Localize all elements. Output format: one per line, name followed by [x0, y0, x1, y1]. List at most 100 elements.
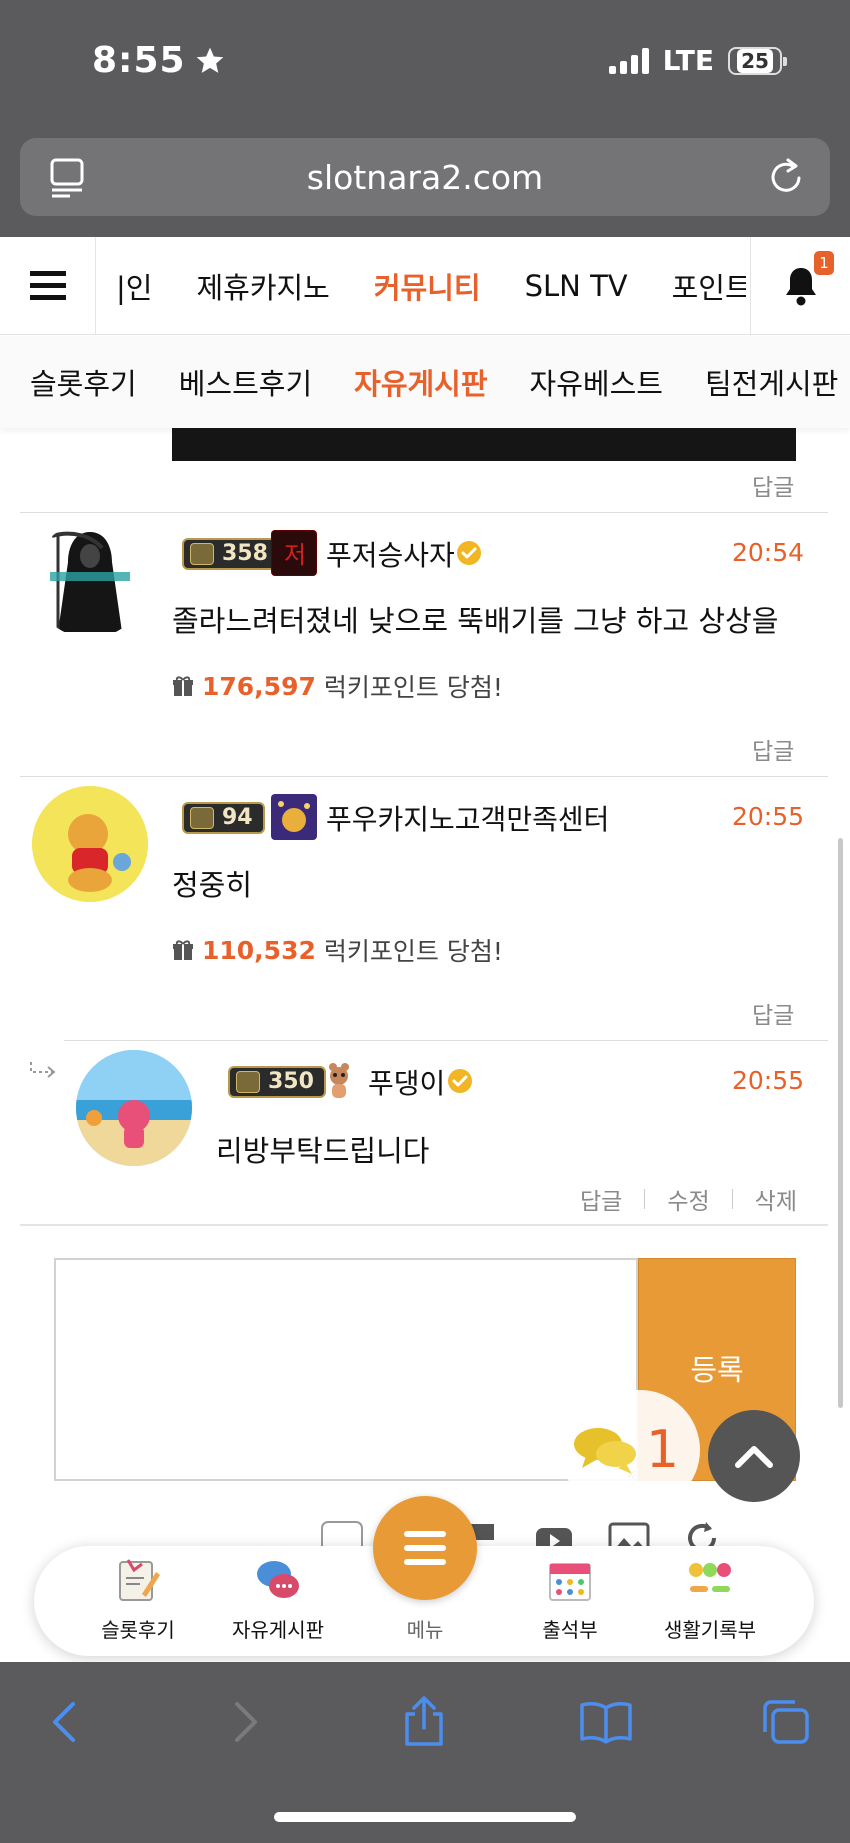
comment-time: 20:55 [732, 1066, 805, 1095]
menu-fab-button[interactable] [373, 1496, 477, 1600]
menu-fab-label: 메뉴 [406, 1618, 444, 1642]
battery-icon: 25 [728, 46, 787, 75]
nav-item-point[interactable]: 포인트 [672, 265, 746, 307]
edit-link[interactable]: 수정 [667, 1182, 709, 1216]
main-navigation: |인 제휴카지노 커뮤니티 SLN TV 포인트 1 [0, 237, 850, 335]
scroll-top-button[interactable] [708, 1410, 800, 1502]
points-amount: 110,532 [202, 935, 316, 965]
level-emblem-icon [190, 807, 214, 829]
divider [20, 776, 828, 777]
slot-review-icon [119, 1559, 160, 1601]
pooh-avatar-image [32, 786, 148, 902]
menu-item-attendance[interactable]: 출석부 [500, 1546, 640, 1656]
level-number: 350 [268, 1069, 314, 1094]
battery-level: 25 [737, 48, 773, 73]
speech-bubbles-icon [257, 1561, 299, 1598]
address-bar[interactable]: slotnara2.com [20, 138, 830, 216]
hamburger-icon [404, 1531, 446, 1565]
lucky-point-line: 110,532 럭키포인트 당첨! [172, 932, 503, 968]
chevron-up-icon [735, 1446, 773, 1468]
level-badge: 350 [228, 1066, 326, 1098]
points-text: 럭키포인트 당첨! [323, 937, 503, 966]
star-icon [196, 47, 223, 73]
reply-link[interactable]: 답글 [752, 996, 794, 1030]
chat-count: 1 [646, 1420, 680, 1480]
home-indicator[interactable] [274, 1812, 576, 1822]
level-badge: 94 [182, 802, 265, 834]
comment-time: 20:54 [732, 538, 805, 567]
tabs-button[interactable] [756, 1692, 816, 1752]
member-icon [329, 1063, 349, 1098]
bookmarks-button[interactable] [576, 1692, 636, 1752]
beach-avatar-image [76, 1050, 192, 1166]
avatar[interactable] [32, 786, 148, 902]
book-icon [580, 1702, 632, 1744]
nav-item-sln-tv[interactable]: SLN TV [525, 269, 628, 303]
nav-item[interactable]: |인 [116, 265, 152, 307]
status-indicators: LTE 25 [608, 44, 787, 77]
menu-item-slot-review[interactable]: 슬롯후기 [68, 1546, 208, 1656]
comment-time: 20:55 [732, 802, 805, 831]
menu-item-life-record[interactable]: 생활기록부 [640, 1546, 780, 1656]
menu-item-free-board[interactable]: 자유게시판 [208, 1546, 348, 1656]
nav-item-partner-casino[interactable]: 제휴카지노 [196, 265, 329, 307]
points-amount: 176,597 [202, 671, 316, 701]
tabs-icon [763, 1700, 809, 1744]
avatar[interactable] [32, 522, 148, 638]
verified-badge-icon [448, 1069, 472, 1093]
main-nav-items: |인 제휴카지노 커뮤니티 SLN TV 포인트 [96, 237, 746, 335]
points-text: 럭키포인트 당첨! [323, 673, 503, 702]
subnav-item-best-review[interactable]: 베스트후기 [179, 361, 312, 403]
browser-chrome: 8:55 LTE 25 slotnara2.com [0, 0, 850, 237]
notification-button[interactable]: 1 [750, 237, 850, 335]
comment-text: 정중히 [172, 868, 253, 902]
gift-icon [173, 940, 193, 960]
hamburger-menu-button[interactable] [0, 237, 96, 335]
signal-icon [608, 47, 649, 74]
reply-arrow-icon [30, 1062, 56, 1078]
svg-text:저: 저 [284, 541, 306, 569]
embedded-image [172, 428, 796, 461]
nickname[interactable]: 푸우카지노고객만족센터 [326, 798, 609, 838]
menu-label: 생활기록부 [664, 1618, 756, 1642]
chat-button[interactable]: 1 [560, 1390, 700, 1510]
divider [20, 512, 828, 513]
verified-badge-icon [457, 541, 481, 565]
subnav-item-slot-review[interactable]: 슬롯후기 [30, 361, 137, 403]
level-emblem-icon [190, 543, 214, 565]
reply-link[interactable]: 답글 [752, 732, 794, 766]
menu-label: 자유게시판 [232, 1618, 324, 1642]
separator [731, 1189, 733, 1209]
nickname[interactable]: 푸저승사자 [326, 534, 455, 574]
level-number: 358 [222, 541, 268, 566]
chevron-right-icon [235, 1702, 257, 1742]
menu-label: 슬롯후기 [101, 1618, 175, 1642]
comment-textarea[interactable] [54, 1258, 638, 1481]
time-text: 8:55 [92, 40, 186, 81]
delete-link[interactable]: 삭제 [755, 1182, 797, 1216]
nickname[interactable]: 푸댕이 [368, 1062, 445, 1102]
subnav-item-free-best[interactable]: 자유베스트 [530, 361, 663, 403]
chevron-left-icon [53, 1702, 75, 1742]
chat-icon [574, 1428, 636, 1474]
forward-button[interactable] [216, 1692, 276, 1752]
back-button[interactable] [34, 1692, 94, 1752]
reload-icon[interactable] [766, 154, 808, 198]
subnav-item-team-board[interactable]: 팀전게시판 [705, 361, 838, 403]
reply-link[interactable]: 답글 [752, 468, 794, 502]
network-label: LTE [662, 44, 714, 77]
notification-badge: 1 [814, 251, 834, 275]
subnav-item-free-board[interactable]: 자유게시판 [354, 361, 487, 403]
nav-item-community[interactable]: 커뮤니티 [374, 265, 481, 307]
share-icon [405, 1696, 443, 1746]
reply-link[interactable]: 답글 [580, 1182, 622, 1216]
level-number: 94 [222, 805, 253, 830]
url-text[interactable]: slotnara2.com [20, 158, 830, 197]
scrollbar[interactable] [838, 838, 843, 1408]
avatar[interactable] [76, 1050, 192, 1166]
share-button[interactable] [394, 1692, 454, 1752]
gift-icon [173, 676, 193, 696]
comment-text: 리방부탁드립니다 [216, 1134, 430, 1168]
divider [20, 1224, 828, 1226]
level-badge: 358 [182, 538, 280, 570]
